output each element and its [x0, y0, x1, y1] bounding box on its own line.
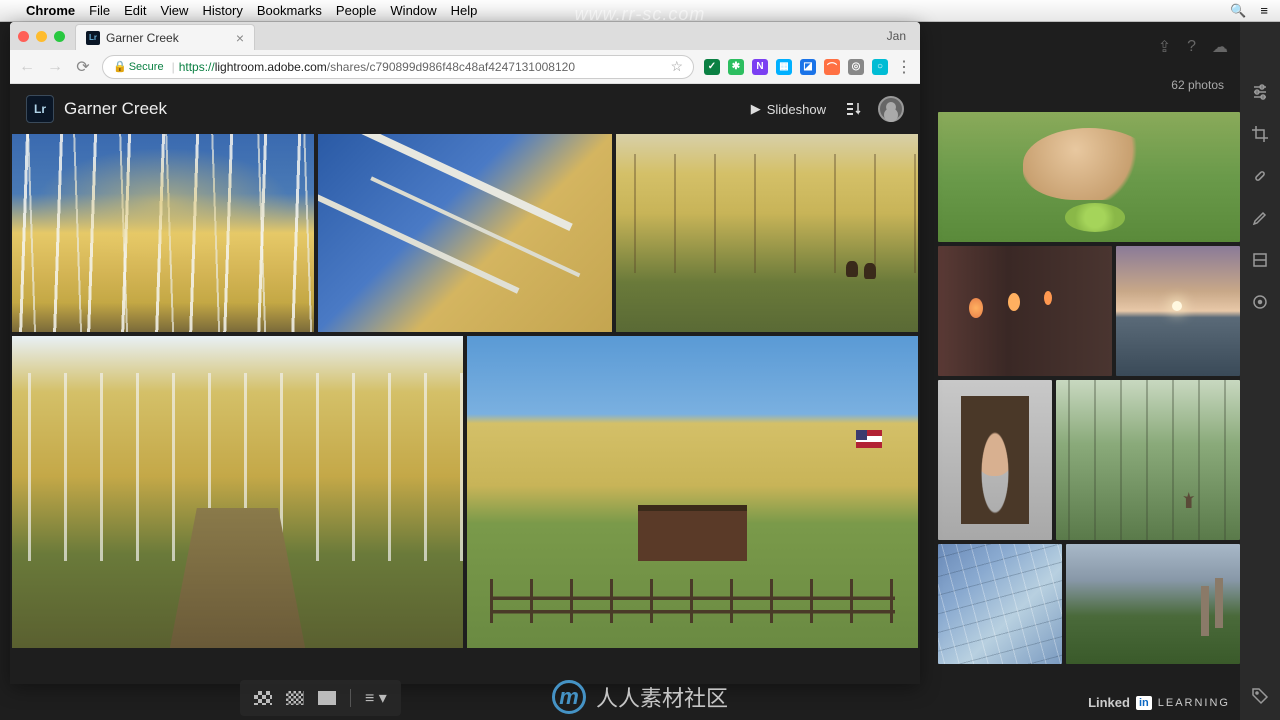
thumbnail[interactable]: [1056, 380, 1240, 540]
browser-tab[interactable]: Lr Garner Creek ×: [75, 24, 255, 50]
thumbnail[interactable]: [938, 246, 1112, 376]
flag-detail: [856, 430, 882, 448]
thumbnail[interactable]: [1116, 246, 1240, 376]
linkedin-learning-badge: Linkedin LEARNING: [1088, 695, 1230, 710]
thumbnail[interactable]: [1066, 544, 1240, 664]
thumbnail[interactable]: [938, 380, 1052, 540]
extension-icon[interactable]: ◎: [848, 59, 864, 75]
divider: [350, 689, 351, 707]
menu-view[interactable]: View: [160, 3, 188, 18]
lock-icon: 🔒: [113, 60, 127, 73]
menu-help[interactable]: Help: [451, 3, 478, 18]
background-thumbnail-grid: [938, 112, 1240, 720]
menu-people[interactable]: People: [336, 3, 376, 18]
sort-menu-button[interactable]: ≡ ▾: [365, 688, 387, 708]
slideshow-button[interactable]: ▶ Slideshow: [751, 101, 826, 117]
window-controls: [18, 31, 65, 42]
extension-icon[interactable]: ✓: [704, 59, 720, 75]
spotlight-icon[interactable]: 🔍: [1230, 3, 1246, 19]
cloud-icon[interactable]: ☁: [1212, 37, 1228, 57]
evernote-extension-icon[interactable]: ✱: [728, 59, 744, 75]
tab-title: Garner Creek: [106, 31, 179, 45]
menu-file[interactable]: File: [89, 3, 110, 18]
chrome-tabbar: Lr Garner Creek × Jan: [10, 22, 920, 50]
crop-icon[interactable]: [1250, 124, 1270, 144]
view-mode-toolbar: ≡ ▾: [240, 680, 401, 716]
tag-icon[interactable]: [1250, 686, 1270, 706]
bookmark-star-icon[interactable]: ☆: [670, 58, 683, 75]
menu-window[interactable]: Window: [390, 3, 436, 18]
brush-icon[interactable]: [1250, 208, 1270, 228]
lightroom-shared-page: Lr Garner Creek ▶ Slideshow: [10, 84, 920, 684]
watermark-icon: m: [552, 680, 586, 714]
menu-bookmarks[interactable]: Bookmarks: [257, 3, 322, 18]
photo-tile[interactable]: [12, 336, 463, 648]
watermark-url: www.rr-sc.com: [575, 4, 706, 25]
grid-large-view-button[interactable]: [254, 691, 272, 705]
extension-icon[interactable]: ⌒: [824, 59, 840, 75]
adjust-icon[interactable]: [1250, 82, 1270, 102]
secure-badge: 🔒 Secure: [113, 60, 164, 73]
lightroom-logo: Lr: [26, 95, 54, 123]
help-icon[interactable]: ?: [1187, 38, 1196, 56]
app-name[interactable]: Chrome: [26, 3, 75, 18]
radial-gradient-icon[interactable]: [1250, 292, 1270, 312]
extension-icon[interactable]: ▦: [776, 59, 792, 75]
thumbnail[interactable]: [938, 112, 1240, 242]
grid-small-view-button[interactable]: [286, 691, 304, 705]
heal-icon[interactable]: [1250, 166, 1270, 186]
user-avatar[interactable]: [878, 96, 904, 122]
chrome-toolbar: ← → ⟳ 🔒 Secure | https://lightroom.adobe…: [10, 50, 920, 84]
fence-detail: [490, 579, 896, 623]
address-bar[interactable]: 🔒 Secure | https://lightroom.adobe.com/s…: [102, 55, 694, 79]
album-title: Garner Creek: [64, 99, 167, 119]
chrome-window: Lr Garner Creek × Jan ← → ⟳ 🔒 Secure | h…: [10, 22, 920, 684]
play-icon: ▶: [751, 101, 761, 117]
photo-grid: [10, 134, 920, 684]
extension-icon[interactable]: ◪: [800, 59, 816, 75]
minimize-window-button[interactable]: [36, 31, 47, 42]
extension-icon[interactable]: ○: [872, 59, 888, 75]
menu-history[interactable]: History: [202, 3, 242, 18]
url-text: https://lightroom.adobe.com/shares/c7908…: [179, 60, 575, 74]
tab-close-icon[interactable]: ×: [236, 30, 244, 46]
fullscreen-window-button[interactable]: [54, 31, 65, 42]
photo-tile[interactable]: [467, 336, 918, 648]
reload-button[interactable]: ⟳: [74, 57, 92, 77]
photo-tile[interactable]: [12, 134, 314, 332]
extension-icons: ✓ ✱ N ▦ ◪ ⌒ ◎ ○ ⋮: [704, 57, 912, 77]
extension-icon[interactable]: N: [752, 59, 768, 75]
menu-extras-icon[interactable]: ≡: [1260, 3, 1268, 18]
close-window-button[interactable]: [18, 31, 29, 42]
app-topbar: ⇪ ? ☁: [940, 22, 1280, 72]
chrome-user-label[interactable]: Jan: [887, 29, 906, 43]
photo-count-label: 62 photos: [1171, 78, 1224, 92]
share-icon[interactable]: ⇪: [1158, 37, 1171, 57]
right-tool-rail: [1240, 22, 1280, 720]
back-button[interactable]: ←: [18, 58, 36, 76]
photo-tile[interactable]: [616, 134, 918, 332]
single-view-button[interactable]: [318, 691, 336, 705]
lr-page-header: Lr Garner Creek ▶ Slideshow: [10, 84, 920, 134]
watermark-logo: m 人人素材社区: [552, 680, 728, 714]
tab-favicon: Lr: [86, 31, 100, 45]
chrome-menu-icon[interactable]: ⋮: [896, 57, 912, 77]
sort-icon[interactable]: [844, 99, 864, 119]
linear-gradient-icon[interactable]: [1250, 250, 1270, 270]
menu-edit[interactable]: Edit: [124, 3, 146, 18]
photo-tile[interactable]: [318, 134, 611, 332]
forward-button[interactable]: →: [46, 58, 64, 76]
thumbnail[interactable]: [938, 544, 1062, 664]
